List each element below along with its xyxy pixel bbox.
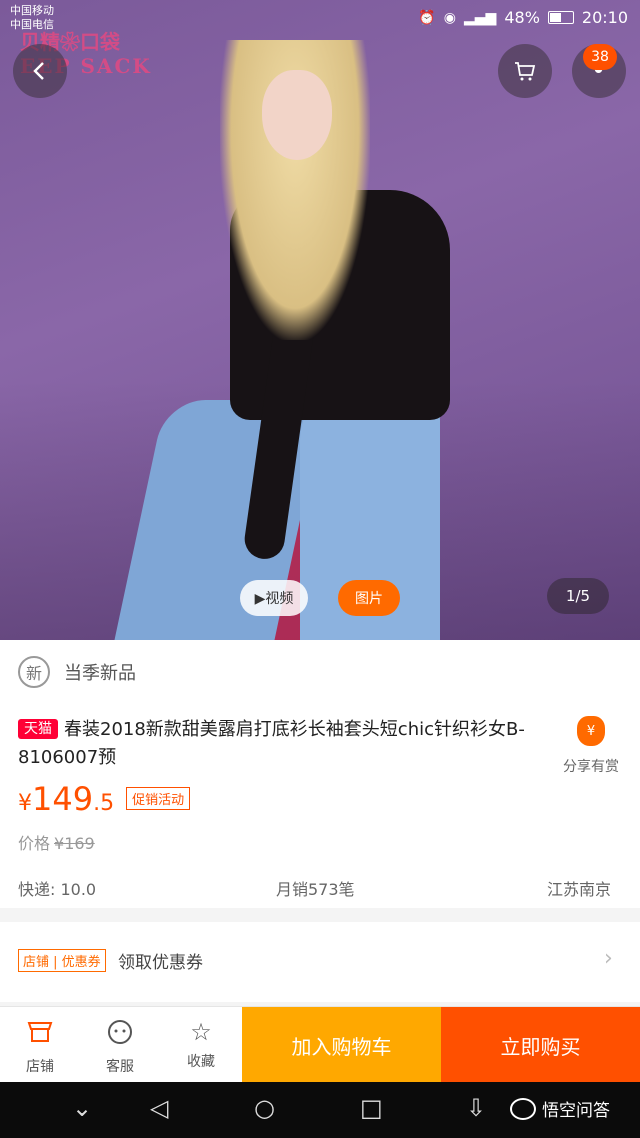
- buy-now-button[interactable]: 立即购买: [441, 1007, 640, 1083]
- season-tag: 新 当季新品: [18, 656, 136, 688]
- coupon-row[interactable]: 店铺 | 优惠券 领取优惠券 ›: [0, 922, 640, 1002]
- ship-location: 江苏南京: [547, 880, 612, 899]
- status-bar: 中国移动 中国电信 ⏰ ◉ ▂▄▆ 48% 20:10: [0, 0, 640, 36]
- product-title-text: 春装2018新款甜美露肩打底衫长袖套头短chic针织衫女B-8106007预: [18, 719, 525, 768]
- season-label: 当季新品: [64, 663, 136, 684]
- system-nav-bar: ⌄ ◁ ○ □ ⇩ 悟空问答: [0, 1082, 640, 1138]
- store-icon: [10, 1017, 70, 1052]
- battery-percent: 48%: [504, 8, 540, 27]
- service-icon: [90, 1017, 150, 1052]
- image-tab[interactable]: 图片: [338, 580, 400, 616]
- alarm-icon: ⏰: [418, 9, 436, 26]
- battery-icon: [547, 11, 574, 24]
- money-bag-icon: ¥: [577, 716, 605, 746]
- monthly-sales: 月销573笔: [276, 880, 355, 899]
- eye-icon: ◉: [443, 9, 457, 26]
- cart-button[interactable]: [498, 44, 552, 98]
- clock: 20:10: [581, 8, 628, 27]
- customer-service-button[interactable]: 客服: [90, 1017, 150, 1076]
- favorite-button[interactable]: ☆ 收藏: [171, 1017, 231, 1071]
- home-circle-icon[interactable]: ○: [254, 1094, 275, 1122]
- promo-tag[interactable]: 促销活动: [126, 787, 191, 810]
- wukong-watermark: 悟空问答: [510, 1096, 610, 1121]
- recents-square-icon[interactable]: □: [360, 1094, 383, 1122]
- cart-icon: [515, 62, 536, 81]
- star-icon: ☆: [190, 1018, 212, 1046]
- image-counter: 1/5: [547, 578, 609, 614]
- video-tab[interactable]: ▶视频: [240, 580, 308, 616]
- carrier-info: 中国移动 中国电信: [10, 4, 54, 31]
- chevron-left-icon: [33, 62, 44, 80]
- price: ¥ 149 .5 促销活动: [18, 780, 191, 818]
- new-badge-icon: 新: [18, 656, 50, 688]
- coupon-label: 领取优惠券: [118, 953, 203, 973]
- tmall-badge: 天猫: [18, 719, 58, 739]
- original-price: 价格 ¥169: [18, 834, 95, 853]
- share-reward-button[interactable]: ¥ 分享有赏: [555, 716, 627, 776]
- bottom-action-bar: 店铺 客服 ☆ 收藏 加入购物车 立即购买: [0, 1006, 640, 1083]
- store-button[interactable]: 店铺: [10, 1017, 70, 1076]
- chevron-right-icon: ›: [604, 946, 613, 971]
- shipping-fee: 快递: 10.0: [18, 880, 97, 899]
- store-coupon-tag: 店铺 | 优惠券: [18, 949, 106, 972]
- hide-nav-icon[interactable]: ⌄: [72, 1094, 92, 1122]
- share-label: 分享有赏: [563, 759, 619, 775]
- signal-icon: ▂▄▆: [464, 9, 497, 26]
- back-triangle-icon[interactable]: ◁: [150, 1094, 168, 1122]
- product-image-carousel[interactable]: 贝精❀口袋 EEP SACK 中国移动 中国电信 ⏰ ◉ ▂▄▆ 48% 20:…: [0, 0, 640, 640]
- cart-count-badge: 38: [583, 44, 617, 70]
- product-info-section: 新 当季新品 天猫 春装2018新款甜美露肩打底衫长袖套头短chic针织衫女B-8…: [0, 640, 640, 908]
- add-to-cart-button[interactable]: 加入购物车: [242, 1007, 441, 1083]
- model-face: [262, 70, 332, 160]
- notification-pull-icon[interactable]: ⇩: [466, 1094, 486, 1122]
- wukong-logo-icon: [510, 1097, 536, 1120]
- back-button[interactable]: [13, 44, 67, 98]
- product-title: 天猫 春装2018新款甜美露肩打底衫长袖套头短chic针织衫女B-8106007预: [18, 716, 543, 772]
